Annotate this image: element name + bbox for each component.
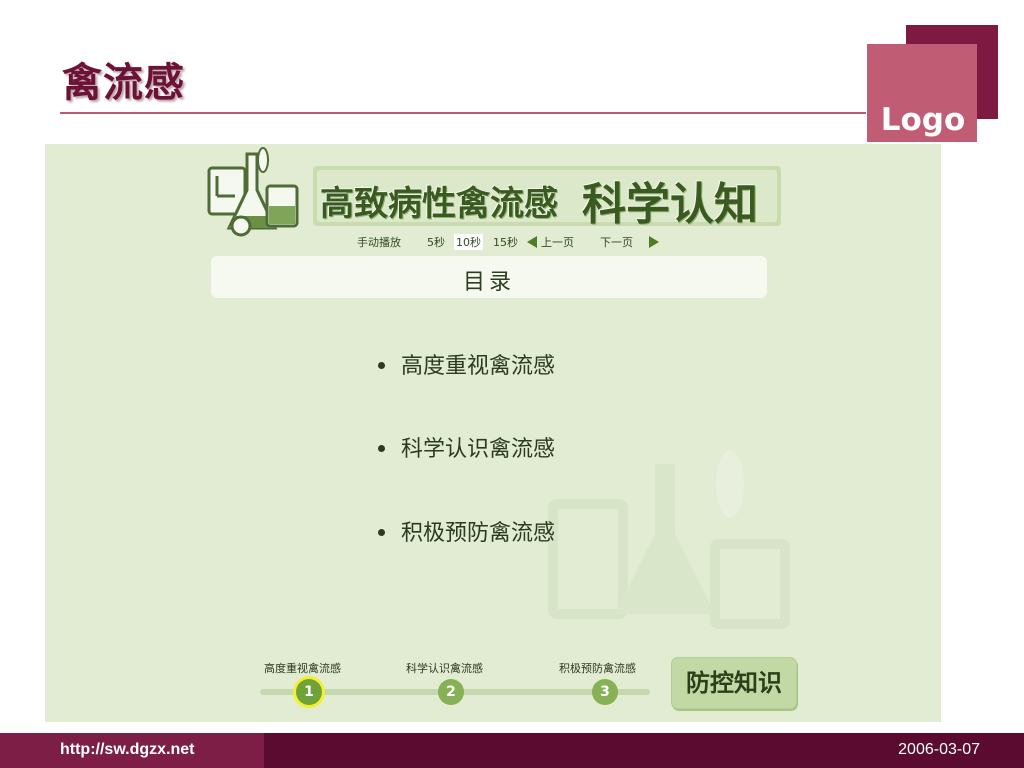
prev-page-button[interactable]: 上一页: [541, 234, 574, 250]
interval-10s-button[interactable]: 10秒: [454, 234, 483, 250]
embedded-app-panel: 高致病性禽流感 科学认知 手动播放 5秒 10秒 15秒 上一页 下一页 目录 …: [45, 144, 941, 722]
menu-item-label: 高度重视禽流感: [401, 354, 556, 379]
slide-title: 禽流感: [62, 59, 185, 106]
bullet-icon: [378, 528, 385, 536]
banner-title: 高致病性禽流感: [320, 184, 558, 224]
triangle-right-icon[interactable]: [649, 236, 659, 248]
footer-url-link[interactable]: http://sw.dgzx.net: [60, 741, 195, 759]
interval-15s-button[interactable]: 15秒: [493, 234, 518, 250]
step-2-button[interactable]: 2: [438, 679, 464, 705]
footer-date: 2006-03-07: [898, 741, 980, 758]
step-label-2: 科学认识禽流感: [406, 662, 483, 675]
step-label-3: 积极预防禽流感: [559, 662, 636, 675]
interval-5s-button[interactable]: 5秒: [427, 234, 445, 250]
next-page-button[interactable]: 下一页: [600, 234, 633, 250]
menu-item-label: 积极预防禽流感: [401, 521, 556, 546]
menu-item-2[interactable]: 科学认识禽流感: [378, 431, 555, 463]
toc-header: 目录: [211, 256, 767, 298]
bullet-icon: [378, 361, 385, 369]
manual-play-button[interactable]: 手动播放: [357, 234, 401, 250]
title-divider: [60, 112, 866, 114]
menu-item-3[interactable]: 积极预防禽流感: [378, 515, 555, 547]
prevention-knowledge-button[interactable]: 防控知识: [671, 657, 797, 709]
lab-equipment-icon: [207, 147, 299, 237]
toc-title: 目录: [462, 270, 515, 295]
menu-item-label: 科学认识禽流感: [401, 437, 556, 462]
banner-subtitle: 科学认知: [582, 179, 758, 230]
flask-watermark-icon: [548, 450, 790, 629]
step-1-button[interactable]: 1: [296, 679, 322, 705]
bullet-icon: [378, 444, 385, 452]
menu-item-1[interactable]: 高度重视禽流感: [378, 348, 555, 380]
step-3-button[interactable]: 3: [592, 679, 618, 705]
footer-url-block: http://sw.dgzx.net: [0, 733, 264, 768]
logo-text: Logo: [880, 102, 966, 138]
step-label-1: 高度重视禽流感: [264, 662, 341, 675]
triangle-left-icon[interactable]: [527, 236, 537, 248]
